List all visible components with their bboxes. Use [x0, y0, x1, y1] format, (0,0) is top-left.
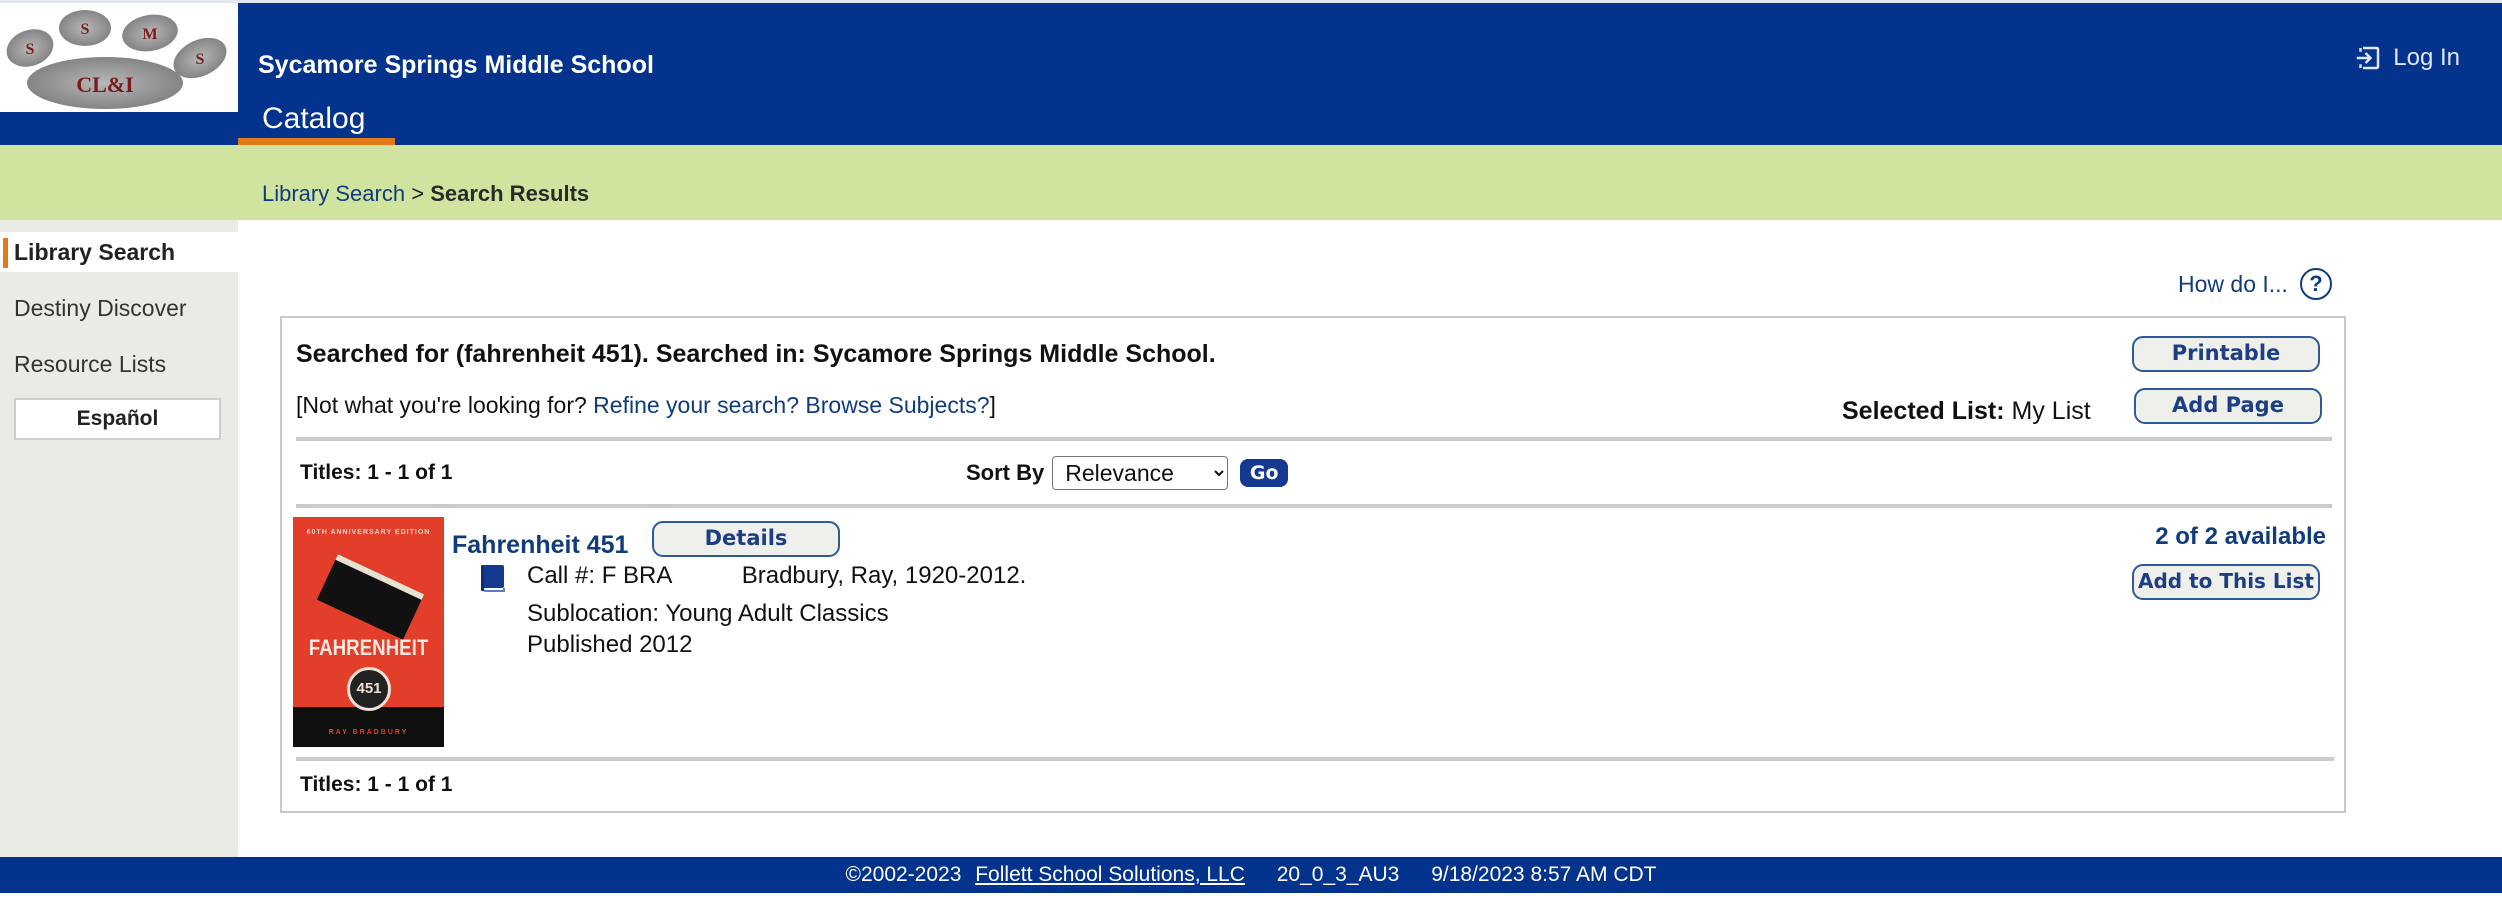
help-question-icon[interactable]: ? [2299, 268, 2332, 300]
browse-subjects-link[interactable]: Browse Subjects? [805, 392, 989, 418]
breadcrumb-separator: > [411, 181, 425, 206]
cover-title: FAHRENHEIT [308, 635, 429, 660]
paw-logo-icon: S S M S CL&I [6, 10, 227, 109]
add-to-this-list-button[interactable]: Add to This List [2132, 564, 2320, 600]
sidebar-item-destiny-discover[interactable]: Destiny Discover [0, 288, 238, 328]
refine-search-link[interactable]: Refine your search? [593, 392, 799, 418]
logo-letter: S [81, 21, 90, 38]
how-do-i-label: How do I... [2178, 270, 2288, 297]
site-footer: ©2002-2023 Follett School Solutions, LLC… [0, 857, 2502, 893]
call-number-line: Call #: F BRA Bradbury, Ray, 1920-2012. [527, 562, 1026, 590]
login-label: Log In [2393, 44, 2460, 71]
logo-letter: S [196, 51, 205, 68]
sidebar-item-label: Destiny Discover [14, 295, 187, 321]
selected-list: Selected List: My List [1842, 397, 2091, 426]
selected-list-value: My List [2011, 397, 2091, 425]
cover-bottom-band [293, 707, 444, 747]
refine-prompt-suffix: ] [989, 392, 996, 418]
sidebar-item-label: Library Search [14, 239, 176, 265]
sidebar-item-label: Resource Lists [14, 351, 167, 377]
divider [296, 437, 2332, 441]
version: 20_0_3_AU3 [1276, 863, 1400, 886]
titles-count-top: Titles: 1 - 1 of 1 [300, 461, 453, 484]
sublocation: Sublocation: Young Adult Classics [527, 600, 889, 627]
sort-by-select[interactable]: Relevance [1052, 456, 1229, 490]
cover-number: 451 [347, 667, 391, 711]
timestamp: 9/18/2023 8:57 AM CDT [1431, 863, 1657, 886]
sort-by-label: Sort By [966, 460, 1045, 485]
copyright: ©2002-2023 [845, 863, 962, 886]
cover-book-graphic [316, 554, 425, 640]
school-name: Sycamore Springs Middle School [258, 51, 654, 79]
login-icon [2357, 46, 2380, 70]
logo-text: CL&I [76, 72, 133, 97]
add-page-button[interactable]: Add Page [2134, 388, 2322, 424]
sidebar-item-resource-lists[interactable]: Resource Lists [0, 344, 238, 384]
divider [296, 757, 2334, 761]
refine-prompt-prefix: [Not what you're looking for? [296, 392, 587, 418]
book-cover-image[interactable]: 60TH ANNIVERSARY EDITION FAHRENHEIT 451 … [293, 517, 444, 747]
selected-list-label: Selected List: [1842, 397, 2005, 425]
site-header: S S M S CL&I Sycamore Springs Middle Sch… [0, 3, 2502, 145]
breadcrumb: Library Search > Search Results [262, 181, 589, 207]
sidebar-item-library-search[interactable]: Library Search [0, 232, 238, 272]
author: Bradbury, Ray, 1920-2012. [741, 562, 1027, 589]
cover-edition: 60TH ANNIVERSARY EDITION [306, 529, 431, 536]
active-tab-indicator [238, 138, 395, 145]
search-results-panel: Searched for (fahrenheit 451). Searched … [280, 316, 2346, 813]
breadcrumb-current: Search Results [430, 181, 590, 206]
book-format-icon [481, 565, 505, 592]
go-button[interactable]: Go [1240, 459, 1289, 487]
how-do-i-link[interactable]: How do I... ? [2178, 268, 2332, 300]
search-summary: Searched for (fahrenheit 451). Searched … [296, 340, 1216, 368]
breadcrumb-library-search[interactable]: Library Search [262, 181, 405, 206]
tab-catalog-label: Catalog [262, 102, 366, 135]
logo-letter: M [142, 26, 157, 43]
availability-status[interactable]: 2 of 2 available [2155, 523, 2326, 551]
sort-by-control: Sort By Relevance Go [966, 456, 1289, 490]
school-logo: S S M S CL&I [0, 3, 238, 112]
tab-catalog[interactable]: Catalog [238, 101, 395, 145]
follett-link[interactable]: Follett School Solutions, LLC [975, 863, 1245, 886]
breadcrumb-bar: Library Search > Search Results [0, 145, 2502, 220]
logo-letter: S [26, 41, 35, 58]
language-espanol-button[interactable]: Español [14, 398, 221, 440]
call-number: Call #: F BRA [527, 562, 672, 589]
sidebar: Library Search Destiny Discover Resource… [0, 220, 238, 857]
refine-prompt: [Not what you're looking for? Refine you… [296, 392, 996, 419]
published-date: Published 2012 [527, 631, 693, 658]
titles-count-bottom: Titles: 1 - 1 of 1 [300, 773, 453, 796]
cover-author: RAY BRADBURY [328, 729, 409, 736]
result-title-link[interactable]: Fahrenheit 451 [452, 531, 628, 560]
printable-button[interactable]: Printable [2132, 336, 2320, 372]
details-button[interactable]: Details [652, 521, 840, 557]
login-button[interactable]: Log In [2353, 43, 2460, 73]
divider [296, 504, 2332, 508]
